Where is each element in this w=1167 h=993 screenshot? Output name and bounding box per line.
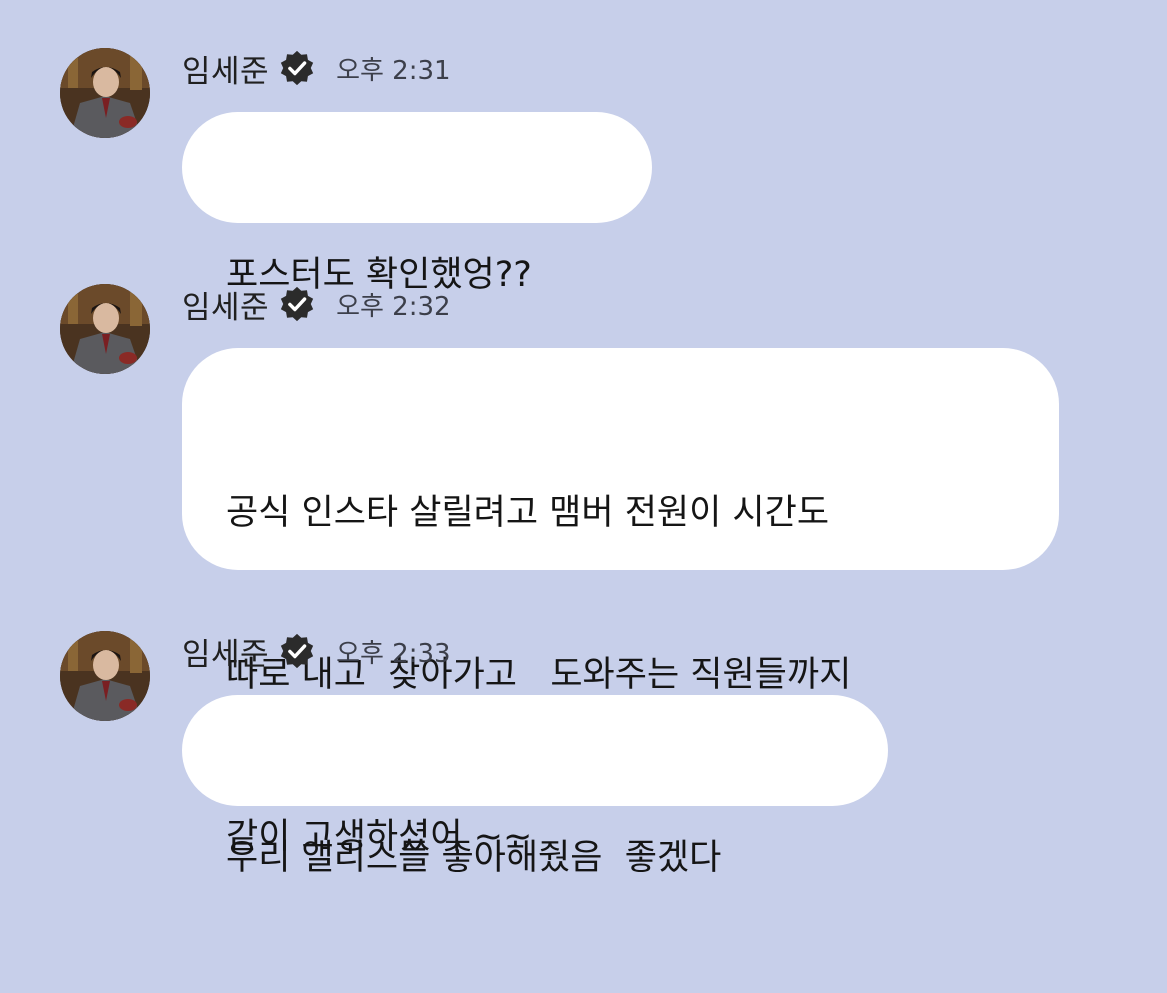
message-bubble[interactable]: 포스터도 확인했엉?? — [182, 112, 652, 295]
avatar-image — [60, 48, 150, 138]
verified-badge-icon — [278, 285, 316, 323]
message-header: 임세준 오후 2:33 — [182, 629, 451, 674]
avatar-image — [60, 284, 150, 374]
avatar[interactable] — [60, 284, 150, 374]
message-text: 우리 앨리스들 좋아해줬음 좋겠다 — [226, 838, 722, 878]
message-bubble[interactable]: 공식 인스타 살릴려고 맴버 전원이 시간도 따로 내고 찾아가고 도와주는 직… — [182, 348, 1059, 857]
sender-name[interactable]: 임세준 — [182, 629, 269, 674]
avatar-image — [60, 631, 150, 721]
verified-badge-icon — [278, 632, 316, 670]
sender-name[interactable]: 임세준 — [182, 282, 269, 327]
sender-name[interactable]: 임세준 — [182, 46, 269, 91]
verified-badge-icon — [278, 49, 316, 87]
avatar[interactable] — [60, 631, 150, 721]
message-text-line: 공식 인스타 살릴려고 맴버 전원이 시간도 — [226, 493, 830, 533]
message-header: 임세준 오후 2:32 — [182, 282, 451, 327]
message-header: 임세준 오후 2:31 — [182, 46, 451, 91]
message-time: 오후 2:33 — [336, 638, 451, 669]
message-time: 오후 2:31 — [336, 55, 451, 86]
message-bubble[interactable]: 우리 앨리스들 좋아해줬음 좋겠다 — [182, 695, 888, 878]
message-time: 오후 2:32 — [336, 291, 451, 322]
avatar[interactable] — [60, 48, 150, 138]
